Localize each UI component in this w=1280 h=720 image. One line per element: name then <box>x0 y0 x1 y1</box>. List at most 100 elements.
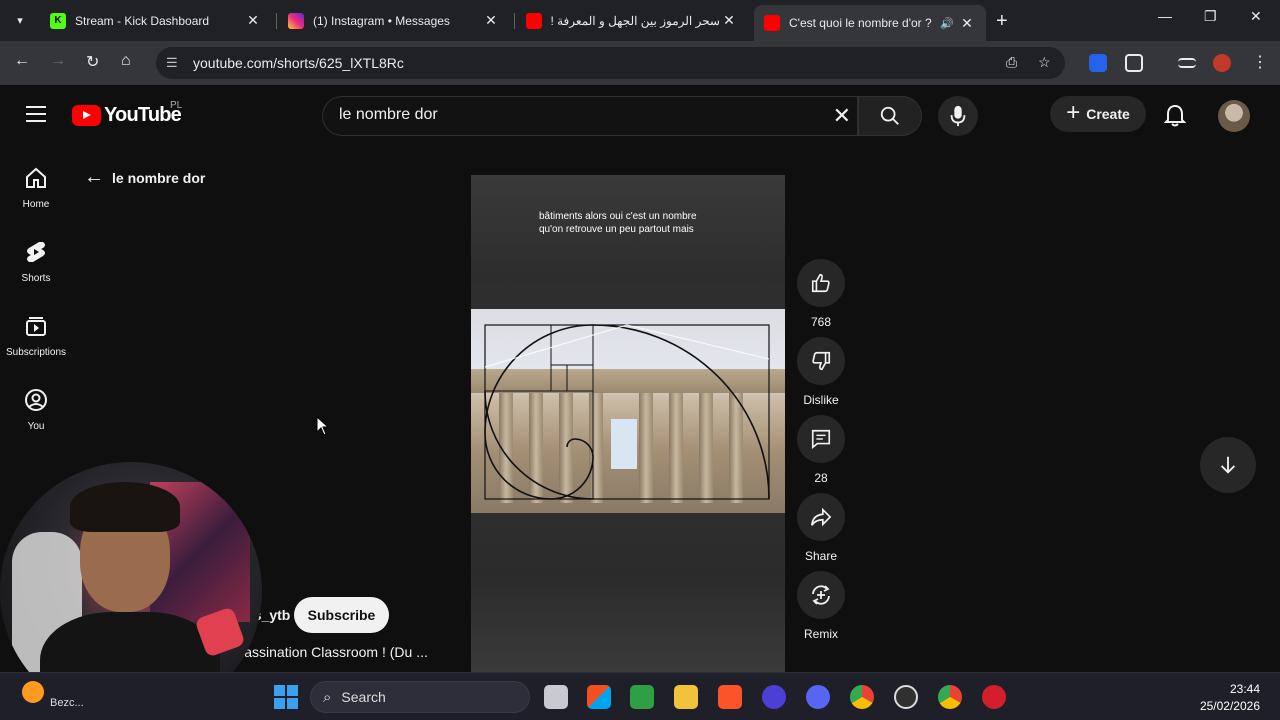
nav-you[interactable]: You <box>0 387 72 432</box>
search-icon <box>880 106 899 125</box>
like-button[interactable] <box>797 259 845 307</box>
comment-count: 28 <box>814 471 828 485</box>
profile-avatar-icon[interactable] <box>1213 54 1231 72</box>
search-box: ✕ <box>322 96 858 136</box>
brave-icon[interactable] <box>718 685 742 709</box>
site-info-icon[interactable]: ☰ <box>166 55 178 71</box>
youtube-logo[interactable]: YouTube PL <box>72 100 182 127</box>
close-tab-icon[interactable]: ✕ <box>244 12 262 29</box>
dislike-button[interactable] <box>797 337 845 385</box>
remix-button[interactable] <box>797 571 845 619</box>
new-tab-icon[interactable]: + <box>996 10 1008 33</box>
comments-button[interactable] <box>797 415 845 463</box>
more-menu-icon[interactable]: ⋮ <box>1252 52 1268 72</box>
dislike-action[interactable]: Dislike <box>796 337 846 407</box>
voice-search-button[interactable] <box>938 96 978 136</box>
remix-icon <box>812 585 830 605</box>
nav-subscriptions[interactable]: Subscriptions <box>0 313 72 358</box>
search-input[interactable] <box>339 106 819 124</box>
nav-shorts[interactable]: Shorts <box>0 239 72 284</box>
tab-search-chevron-icon[interactable]: ▾ <box>8 8 32 32</box>
short-video-player[interactable]: bâtiments alors oui c'est un nombre qu'o… <box>471 175 785 672</box>
tab-divider <box>276 13 277 29</box>
account-avatar[interactable] <box>1218 100 1250 132</box>
home-icon <box>26 167 46 188</box>
subscriptions-icon <box>26 317 46 336</box>
like-count: 768 <box>810 315 832 329</box>
clear-search-icon[interactable]: ✕ <box>833 103 851 129</box>
url-text[interactable]: youtube.com/shorts/625_lXTL8Rc <box>193 55 404 71</box>
tab-kick[interactable]: K Stream - Kick Dashboard ✕ <box>40 5 272 36</box>
share-action[interactable]: Share <box>796 493 846 563</box>
you-icon <box>25 389 47 411</box>
extensions-puzzle-icon[interactable] <box>1125 54 1143 72</box>
task-view-icon[interactable] <box>544 685 568 709</box>
bitwarden-extension-icon[interactable] <box>1089 54 1107 72</box>
minimize-icon[interactable]: — <box>1158 8 1172 24</box>
weather-text[interactable]: Bezc... <box>50 697 84 709</box>
clock-date: 25/02/2026 <box>1199 699 1260 713</box>
youtube-favicon-icon <box>526 12 542 29</box>
search-back-row[interactable]: ← le nombre dor <box>84 166 205 189</box>
speaker-icon[interactable]: 🔊 <box>940 17 954 30</box>
chrome-icon[interactable] <box>850 685 874 709</box>
nav-label: You <box>27 421 45 432</box>
media-controls-icon[interactable] <box>1178 58 1196 68</box>
bookmark-star-icon[interactable]: ☆ <box>1038 54 1051 71</box>
obs-icon[interactable] <box>894 685 918 709</box>
tab-divider <box>514 13 515 29</box>
mouse-cursor-icon <box>316 416 330 436</box>
nav-home[interactable]: Home <box>0 165 72 210</box>
store-icon[interactable] <box>587 685 611 709</box>
comment-icon <box>811 429 831 449</box>
chrome-profile-icon[interactable] <box>938 685 962 709</box>
kick-icon: K <box>50 12 66 29</box>
restore-icon[interactable]: ❐ <box>1204 8 1217 25</box>
like-action[interactable]: 768 <box>796 259 846 329</box>
youtube-play-icon <box>72 105 101 126</box>
create-button[interactable]: + Create <box>1050 96 1146 132</box>
system-clock[interactable]: 23:44 25/02/2026 <box>1200 681 1260 715</box>
close-window-icon[interactable]: ✕ <box>1250 8 1262 25</box>
discord-icon[interactable] <box>806 685 830 709</box>
back-icon[interactable]: ← <box>14 52 30 70</box>
thumbs-up-icon <box>811 273 830 293</box>
back-arrow-icon[interactable]: ← <box>84 166 104 189</box>
install-app-icon[interactable]: ⎙ <box>1006 54 1017 71</box>
nav-label: Subscriptions <box>5 347 67 358</box>
close-tab-icon[interactable]: ✕ <box>482 12 500 29</box>
tab-youtube-arabic[interactable]: سحر الرموز بين الجهل و المعرفة !! ✕ <box>516 5 748 36</box>
shorts-icon <box>27 242 45 262</box>
notifications-bell-icon[interactable] <box>1163 104 1187 133</box>
share-arrow-icon <box>811 507 832 527</box>
app-icon[interactable] <box>762 685 786 709</box>
file-explorer-icon[interactable] <box>674 685 698 709</box>
close-tab-icon[interactable]: ✕ <box>958 15 976 32</box>
nav-label: Home <box>22 199 50 210</box>
taskbar-search[interactable]: ⌕ Search <box>310 681 530 713</box>
next-short-button[interactable] <box>1200 437 1256 493</box>
reload-icon[interactable]: ↻ <box>86 52 99 72</box>
comments-action[interactable]: 28 <box>796 415 846 485</box>
calculator-icon[interactable] <box>630 685 654 709</box>
close-tab-icon[interactable]: ✕ <box>720 12 738 29</box>
tab-title: C'est quoi le nombre d'or ? <box>789 16 932 30</box>
tab-instagram[interactable]: (1) Instagram • Messages ✕ <box>278 5 510 36</box>
back-query-label: le nombre dor <box>112 169 206 186</box>
subscribe-button[interactable]: Subscribe <box>294 597 389 633</box>
share-button[interactable] <box>797 493 845 541</box>
tab-youtube-active[interactable]: C'est quoi le nombre d'or ? 🔊 ✕ <box>754 5 986 41</box>
tab-title: Stream - Kick Dashboard <box>75 13 210 28</box>
tab-title: (1) Instagram • Messages <box>313 13 450 28</box>
address-bar[interactable]: ☰ youtube.com/shorts/625_lXTL8Rc ⎙ ☆ <box>156 47 1065 79</box>
forward-icon[interactable]: → <box>50 52 66 70</box>
home-browser-icon[interactable]: ⌂ <box>121 52 131 70</box>
weather-icon[interactable] <box>22 681 44 703</box>
search-button[interactable] <box>858 96 922 136</box>
remix-action[interactable]: Remix <box>796 571 846 641</box>
tab-title: سحر الرموز بين الجهل و المعرفة !! <box>551 13 720 28</box>
browser-toolbar: ← → ↻ ⌂ ☰ youtube.com/shorts/625_lXTL8Rc… <box>0 41 1280 85</box>
guide-menu-icon[interactable] <box>26 106 46 127</box>
app-red-icon[interactable] <box>982 685 1006 709</box>
windows-start-icon[interactable] <box>274 685 298 709</box>
